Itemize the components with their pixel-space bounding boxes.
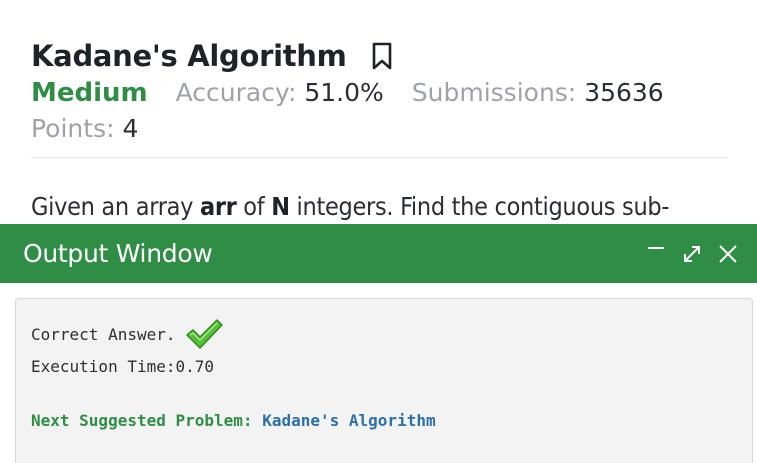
statement-text-2: of <box>236 192 272 221</box>
accuracy-value: 51.0% <box>304 78 384 107</box>
close-icon[interactable] <box>715 241 741 267</box>
check-icon <box>184 317 224 351</box>
submissions-stat: Submissions: 35636 <box>412 78 664 107</box>
difficulty-badge: Medium <box>31 78 148 108</box>
output-window-title: Output Window <box>23 239 213 268</box>
statement-text-3: integers. Find the contiguous sub- <box>289 192 670 221</box>
execution-time: Execution Time:0.70 <box>31 357 215 376</box>
problem-meta: Medium Accuracy: 51.0% Submissions: 3563… <box>31 78 728 112</box>
accuracy-label: Accuracy: <box>175 78 297 107</box>
points-label: Points: <box>31 114 115 143</box>
expand-icon[interactable] <box>679 241 705 267</box>
problem-title: Kadane's Algorithm <box>31 39 347 73</box>
statement-n: N <box>271 192 290 221</box>
bookmark-icon[interactable] <box>371 42 393 70</box>
result-text: Correct Answer. <box>31 324 176 344</box>
points-stat: Points: 4 <box>31 114 728 148</box>
submissions-label: Submissions: <box>411 78 577 107</box>
output-titlebar: Output Window <box>0 224 757 283</box>
output-window: Output Window Correct Answer. Execution … <box>0 224 757 463</box>
result-line: Correct Answer. <box>31 319 224 349</box>
next-suggested-link[interactable]: Kadane's Algorithm <box>262 411 435 430</box>
problem-header: Kadane's Algorithm Medium Accuracy: 51.0… <box>31 36 728 148</box>
next-suggested: Next Suggested Problem: Kadane's Algorit… <box>31 411 436 430</box>
statement-text-1: Given an array <box>31 192 200 221</box>
accuracy-stat: Accuracy: 51.0% <box>176 78 384 107</box>
minimize-icon[interactable] <box>643 241 669 267</box>
submissions-value: 35636 <box>584 78 664 107</box>
statement-arr: arr <box>199 192 237 221</box>
problem-statement: Given an array arr of N integers. Find t… <box>31 192 670 221</box>
header-divider <box>31 157 728 158</box>
title-row: Kadane's Algorithm <box>31 36 728 76</box>
points-value: 4 <box>122 114 139 143</box>
next-suggested-label: Next Suggested Problem: <box>31 411 253 430</box>
output-console: Correct Answer. Execution Time:0.70 Next… <box>15 298 753 463</box>
window-controls <box>643 241 741 267</box>
